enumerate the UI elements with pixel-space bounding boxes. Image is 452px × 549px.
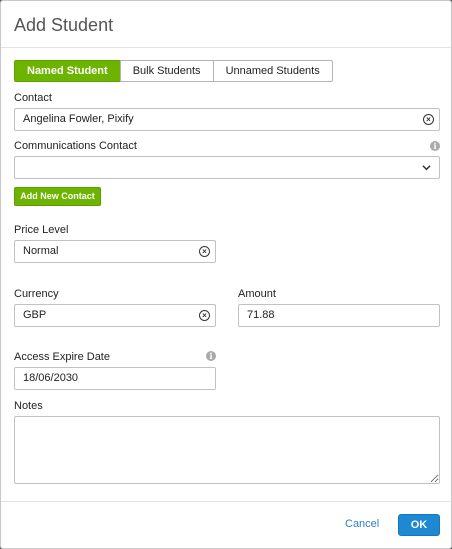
currency-field[interactable]: GBP × (14, 304, 216, 327)
communications-contact-select[interactable] (14, 156, 440, 179)
price-level-clear-icon[interactable]: × (199, 246, 210, 257)
contact-field[interactable]: Angelina Fowler, Pixify × (14, 108, 440, 131)
student-type-tabs: Named Student Bulk Students Unnamed Stud… (14, 60, 333, 82)
currency-label: Currency (14, 288, 59, 300)
dialog-title: Add Student (14, 15, 114, 35)
tab-unnamed-students[interactable]: Unnamed Students (212, 60, 333, 82)
price-level-label: Price Level (14, 224, 69, 236)
chevron-down-icon (422, 165, 431, 171)
add-student-dialog: Add Student Named Student Bulk Students … (0, 0, 452, 549)
info-icon: i (206, 351, 216, 361)
add-new-contact-button[interactable]: Add New Contact (14, 187, 101, 206)
footer-divider (1, 501, 451, 502)
amount-value: 71.88 (247, 309, 275, 321)
access-expire-date-value: 18/06/2030 (23, 372, 79, 384)
contact-clear-icon[interactable]: × (423, 114, 434, 125)
amount-field[interactable]: 71.88 (238, 304, 440, 327)
access-expire-date-field[interactable]: 18/06/2030 (14, 367, 216, 390)
price-level-value: Normal (23, 245, 59, 257)
notes-label: Notes (14, 400, 43, 412)
cancel-button[interactable]: Cancel (345, 518, 379, 530)
tab-bulk-students[interactable]: Bulk Students (119, 60, 214, 82)
contact-label: Contact (14, 92, 52, 104)
contact-value: Angelina Fowler, Pixify (23, 113, 134, 125)
info-icon: i (430, 141, 440, 151)
price-level-field[interactable]: Normal × (14, 240, 216, 263)
amount-label: Amount (238, 288, 276, 300)
notes-textarea[interactable] (14, 416, 440, 484)
dialog-header: Add Student (1, 1, 451, 48)
tab-named-student[interactable]: Named Student (14, 60, 121, 82)
currency-clear-icon[interactable]: × (199, 310, 210, 321)
access-expire-date-label: Access Expire Date (14, 351, 110, 363)
currency-value: GBP (23, 309, 47, 321)
ok-button[interactable]: OK (398, 514, 440, 536)
communications-contact-label: Communications Contact (14, 140, 137, 152)
